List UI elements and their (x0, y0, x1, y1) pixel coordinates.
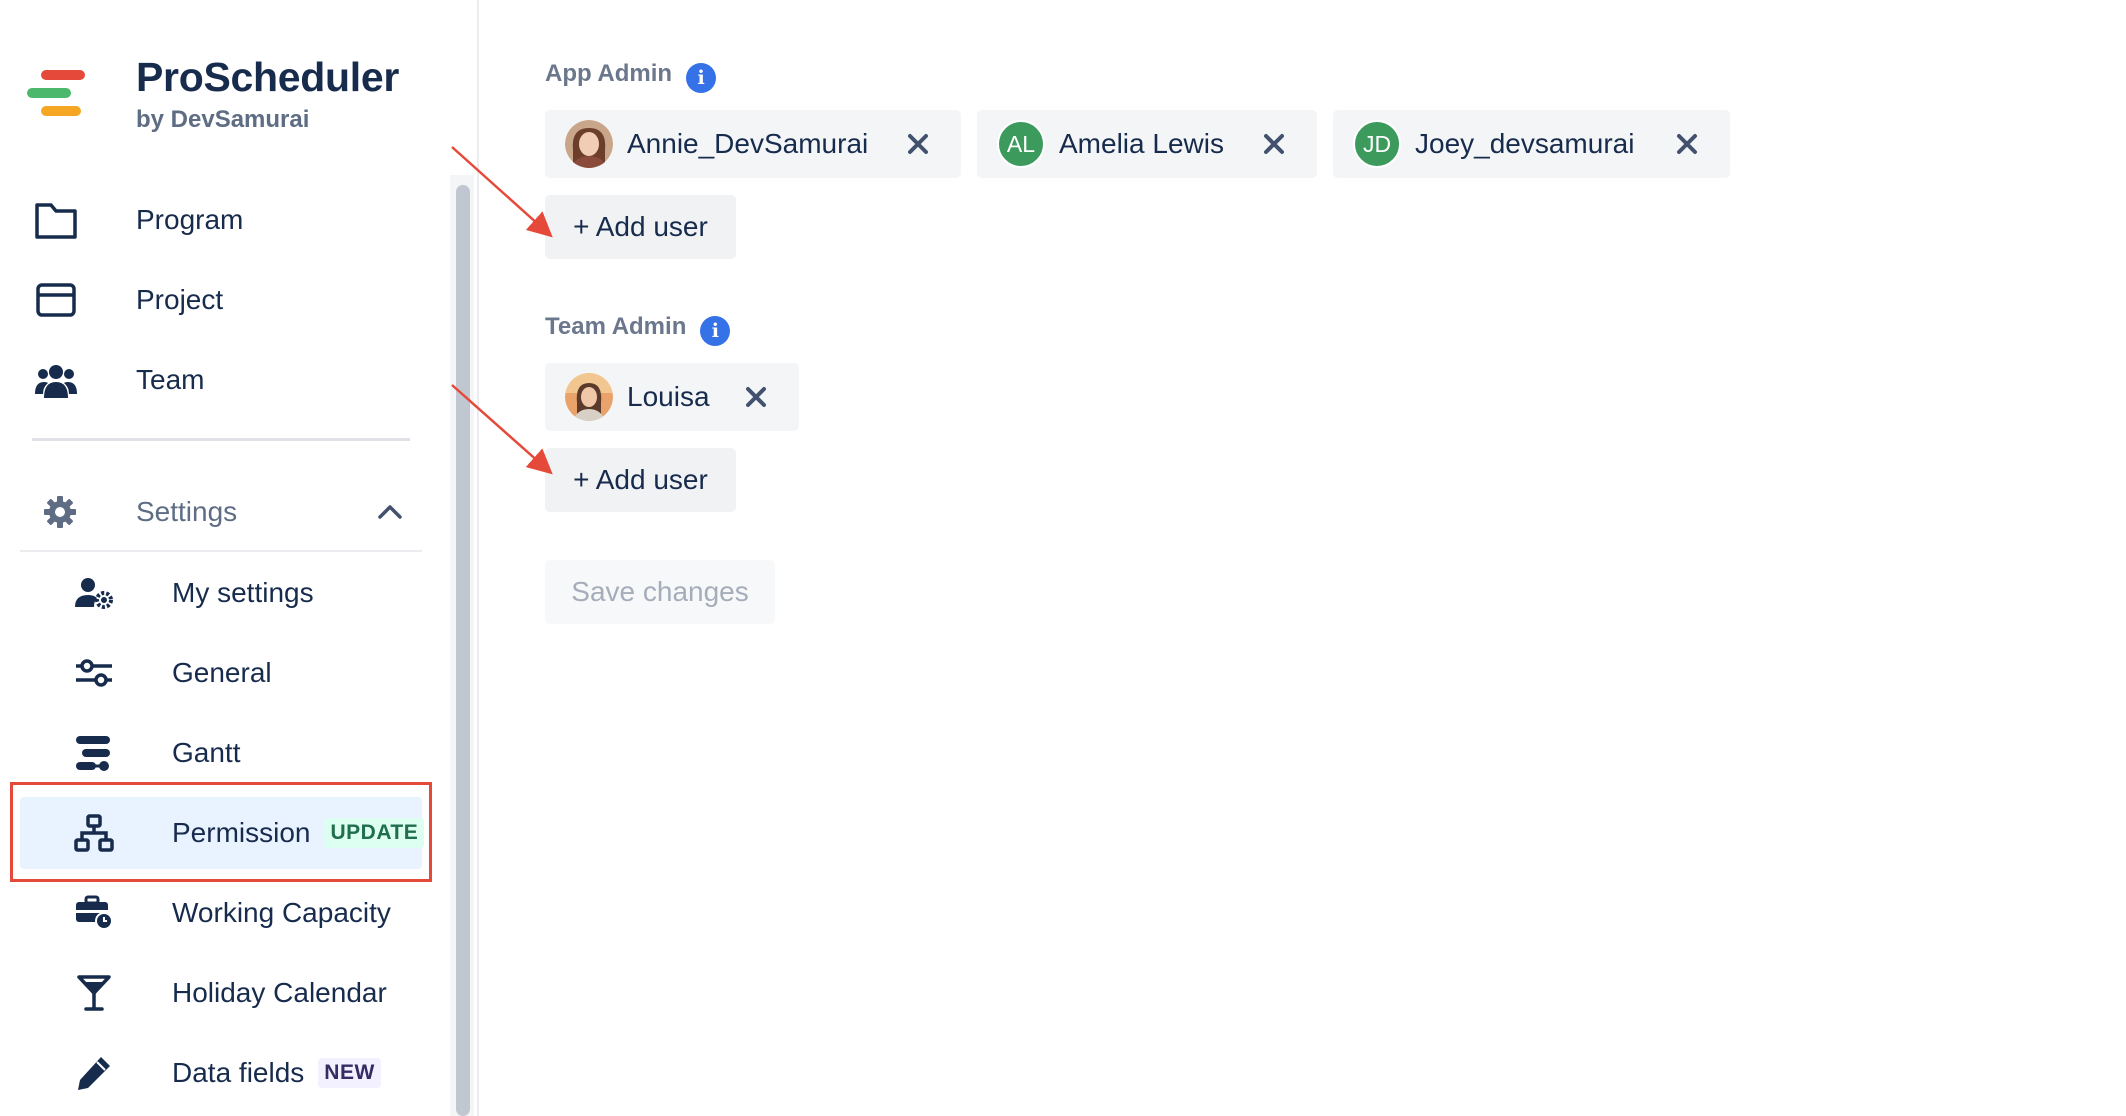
sidebar-item-label: General (172, 657, 272, 688)
people-icon (32, 356, 80, 404)
briefcase-clock-icon (70, 889, 118, 937)
sidebar-item-holiday-calendar[interactable]: Holiday Calendar (20, 957, 422, 1029)
user-name: Annie_DevSamurai (627, 128, 869, 159)
avatar: AL (997, 120, 1045, 168)
app-admin-title: App Admin (545, 60, 673, 87)
window-icon (32, 276, 80, 324)
nav-item-label: Program (136, 204, 244, 235)
sidebar-item-label: Gantt (172, 737, 241, 768)
settings-toggle[interactable]: Settings (20, 476, 422, 552)
gantt-icon (70, 729, 118, 777)
sidebar-item-label: Data fields (172, 1057, 305, 1088)
sidebar-item-label: Working Capacity (172, 897, 391, 928)
add-team-admin-button[interactable]: + Add user (545, 448, 736, 512)
app-title: ProScheduler (136, 54, 399, 100)
sidebar-item-label: Holiday Calendar (172, 977, 387, 1008)
nav-item-program[interactable]: Program (0, 185, 440, 255)
user-name: Joey_devsamurai (1415, 128, 1635, 159)
sidebar-item-gantt[interactable]: Gantt (20, 717, 422, 789)
nav-item-team[interactable]: Team (0, 345, 440, 415)
remove-user-icon[interactable] (1674, 131, 1700, 157)
sidebar-item-data-fields[interactable]: Data fields NEW (20, 1037, 422, 1109)
chevron-up-icon (370, 492, 410, 532)
remove-user-icon[interactable] (905, 131, 931, 157)
info-icon[interactable]: i (686, 63, 717, 93)
user-chip: AL Amelia Lewis (977, 110, 1317, 178)
new-badge: NEW (318, 1058, 381, 1088)
team-admin-section-title: Team Admin i (545, 313, 731, 346)
user-chip: Annie_DevSamurai (545, 110, 961, 178)
sidebar-scrollbar-thumb[interactable] (456, 185, 470, 1116)
info-icon[interactable]: i (700, 316, 731, 346)
user-name: Louisa (627, 381, 710, 412)
user-chip: JD Joey_devsamurai (1333, 110, 1730, 178)
sidebar-divider (32, 438, 410, 441)
avatar (565, 373, 613, 421)
app-subtitle: by DevSamurai (136, 106, 310, 133)
proscheduler-logo-icon (27, 70, 85, 118)
sidebar: ProScheduler by DevSamurai Program Proje… (0, 0, 479, 1116)
remove-user-icon[interactable] (1261, 131, 1287, 157)
app-admin-section-title: App Admin i (545, 60, 717, 93)
cocktail-icon (70, 969, 118, 1017)
sidebar-item-label-wrap: Data fields NEW (172, 1057, 381, 1089)
avatar (565, 120, 613, 168)
sidebar-item-my-settings[interactable]: My settings (20, 557, 422, 629)
team-admin-title: Team Admin (545, 313, 687, 340)
nav-item-label: Team (136, 364, 205, 395)
nav-item-label: Project (136, 284, 224, 315)
sidebar-item-working-capacity[interactable]: Working Capacity (20, 877, 422, 949)
remove-user-icon[interactable] (743, 384, 769, 410)
avatar: JD (1353, 120, 1401, 168)
folder-icon (32, 196, 80, 244)
save-changes-button[interactable]: Save changes (545, 560, 775, 624)
user-name: Amelia Lewis (1059, 128, 1224, 159)
user-chip: Louisa (545, 363, 799, 431)
user-cog-icon (70, 569, 118, 617)
nav-item-project[interactable]: Project (0, 265, 440, 335)
permission-highlight-annotation (10, 782, 432, 882)
settings-label: Settings (136, 496, 238, 527)
add-app-admin-button[interactable]: + Add user (545, 195, 736, 259)
pencil-icon (70, 1049, 118, 1097)
sidebar-item-general[interactable]: General (20, 637, 422, 709)
sidebar-item-label: My settings (172, 577, 314, 608)
sliders-icon (70, 649, 118, 697)
gear-icon (36, 488, 84, 536)
